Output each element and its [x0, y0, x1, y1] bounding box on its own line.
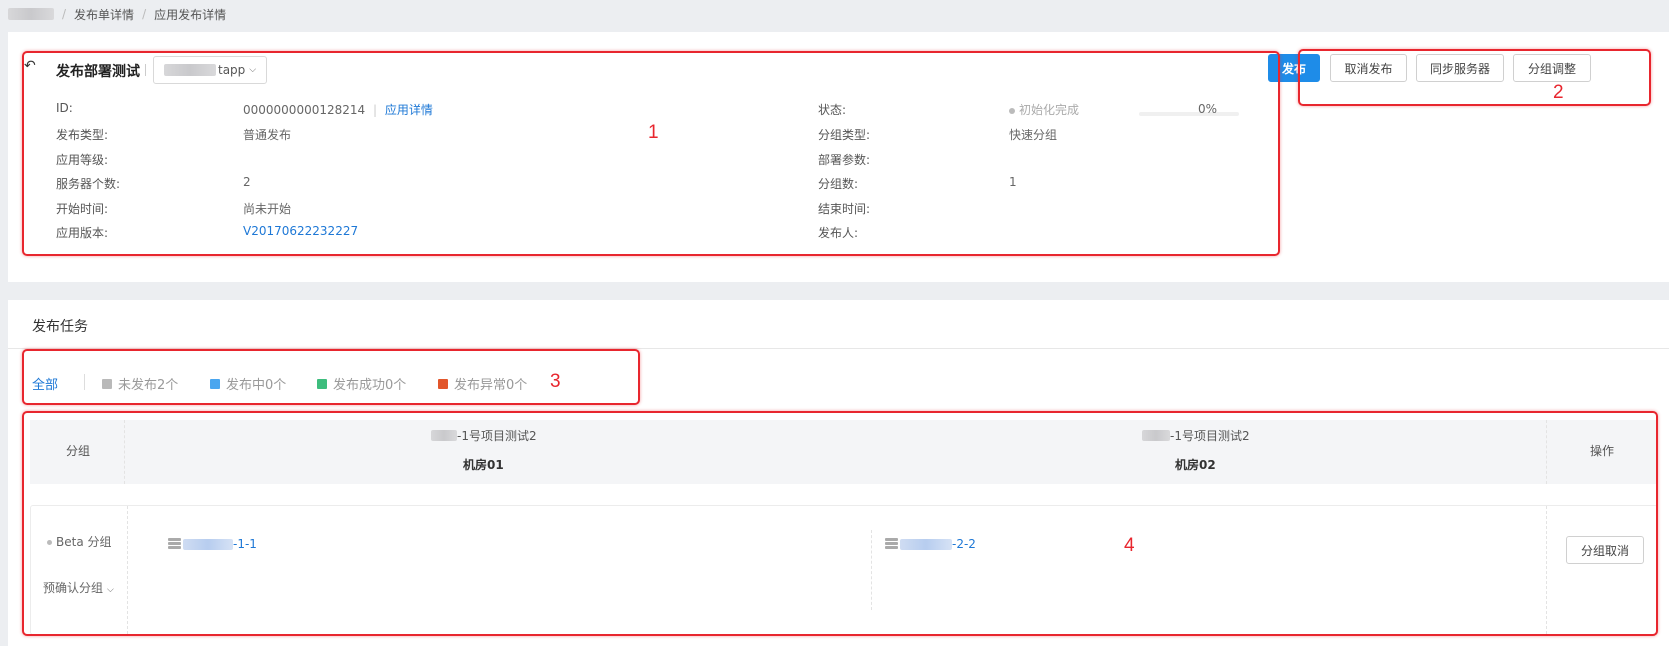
annotation-number-3: 3: [550, 371, 561, 392]
annotation-number-2: 2: [1553, 82, 1564, 103]
release-tasks-title: 发布任务: [32, 319, 88, 335]
breadcrumb: / 发布单详情 / 应用发布详情: [0, 0, 1669, 28]
annotation-box-2: [1298, 49, 1651, 106]
annotation-box-1: [22, 51, 1280, 256]
breadcrumb-root-redacted[interactable]: [8, 8, 54, 20]
breadcrumb-item-app-release-detail: 应用发布详情: [154, 7, 227, 22]
annotation-box-3: [22, 349, 640, 405]
breadcrumb-item-release-detail[interactable]: 发布单详情: [74, 6, 134, 23]
annotation-number-1: 1: [648, 122, 659, 143]
breadcrumb-separator: /: [142, 7, 147, 21]
breadcrumb-separator: /: [62, 7, 67, 21]
annotation-box-4: [22, 411, 1658, 636]
annotation-number-4: 4: [1124, 535, 1135, 556]
